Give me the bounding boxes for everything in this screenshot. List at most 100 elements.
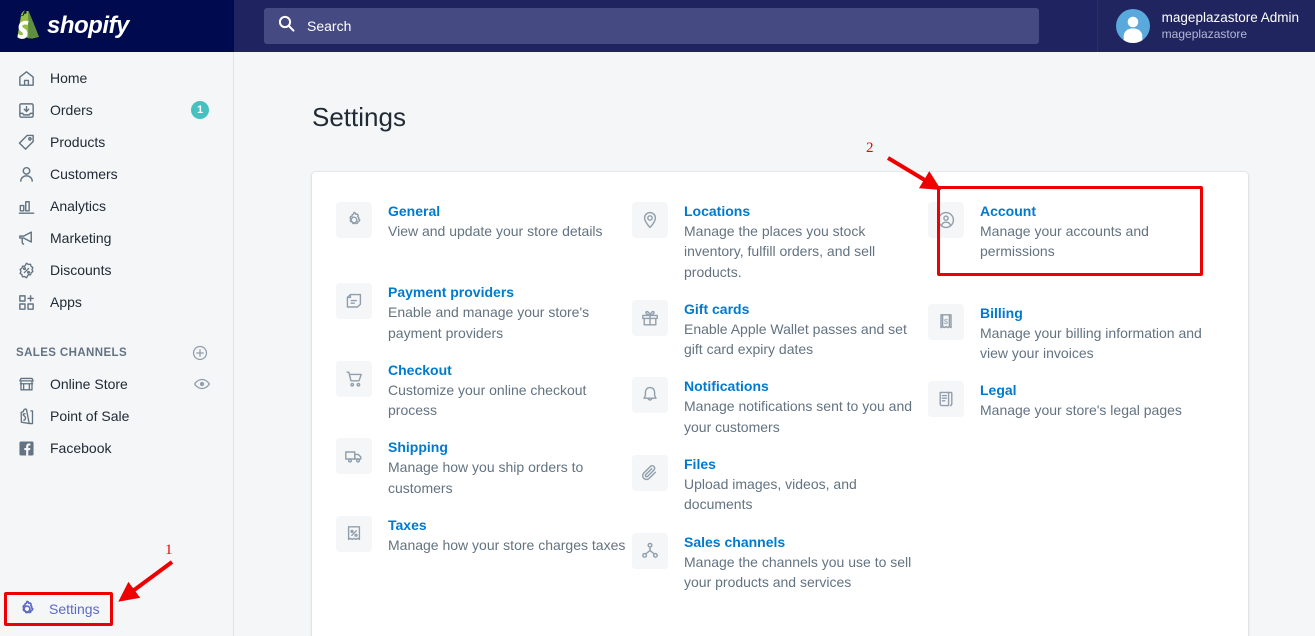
settings-entry-desc: Manage notifications sent to you and you… <box>684 398 913 435</box>
settings-entry-notifications[interactable]: Notifications Manage notifications sent … <box>632 377 928 437</box>
sidebar-item-label: Apps <box>50 294 82 310</box>
sales-channels-header: SALES CHANNELS <box>0 338 233 368</box>
settings-entry-desc: View and update your store details <box>388 223 603 239</box>
paperclip-icon <box>632 455 668 492</box>
search-input[interactable]: Search <box>264 8 1039 44</box>
sidebar-item-label: Online Store <box>50 376 128 392</box>
eye-icon[interactable] <box>193 375 211 393</box>
storefront-icon <box>16 374 36 394</box>
plus-circle-icon[interactable] <box>191 344 209 362</box>
settings-entry-text: Locations Manage the places you stock in… <box>684 202 928 282</box>
sidebar-item-online-store[interactable]: Online Store <box>0 368 233 400</box>
settings-entry-title[interactable]: Shipping <box>388 439 632 455</box>
sidebar-item-orders[interactable]: Orders 1 <box>0 94 233 126</box>
settings-entry-taxes[interactable]: Taxes Manage how your store charges taxe… <box>336 516 632 555</box>
account-circle-icon <box>928 202 964 238</box>
orders-inbox-icon <box>16 100 36 120</box>
settings-entry-legal[interactable]: Legal Manage your store's legal pages <box>928 381 1224 420</box>
billing-receipt-icon: $ <box>928 303 964 340</box>
settings-entry-title[interactable]: Payment providers <box>388 284 632 300</box>
page-title: Settings <box>312 102 406 132</box>
sidebar-item-label: Discounts <box>50 262 112 278</box>
settings-entry-title[interactable]: Legal <box>980 382 1182 398</box>
settings-entry-files[interactable]: Files Upload images, videos, and documen… <box>632 455 928 515</box>
percent-badge-icon <box>16 260 36 280</box>
settings-entry-title[interactable]: Sales channels <box>684 534 928 550</box>
sidebar-item-marketing[interactable]: Marketing <box>0 222 233 254</box>
shopify-admin-screen: shopify Search mageplazastore Admin mage… <box>0 0 1315 636</box>
sidebar-item-label: Marketing <box>50 230 112 246</box>
settings-entry-title[interactable]: Notifications <box>684 378 928 394</box>
shopify-bag-icon <box>14 9 40 44</box>
sidebar-item-home[interactable]: Home <box>0 62 233 94</box>
settings-entry-title[interactable]: Files <box>684 456 928 472</box>
settings-grid: General View and update your store detai… <box>336 202 1224 610</box>
settings-entry-gift-cards[interactable]: Gift cards Enable Apple Wallet passes an… <box>632 299 928 360</box>
settings-entry-desc: Manage your accounts and permissions <box>980 223 1149 260</box>
settings-card: General View and update your store detai… <box>312 172 1248 636</box>
sidebar-item-apps[interactable]: Apps <box>0 286 233 318</box>
main-content: Settings General View and update your st… <box>234 52 1315 636</box>
user-menu[interactable]: mageplazastore Admin mageplazastore <box>1096 0 1315 52</box>
settings-entry-text: General View and update your store detai… <box>388 202 603 241</box>
sidebar-item-facebook[interactable]: Facebook <box>0 432 233 464</box>
user-name: mageplazastore Admin <box>1161 10 1299 26</box>
settings-entry-title[interactable]: Taxes <box>388 517 625 533</box>
sidebar-item-label: Analytics <box>50 198 107 214</box>
svg-text:$: $ <box>944 317 949 326</box>
orders-count-badge: 1 <box>191 101 209 119</box>
avatar <box>1115 9 1150 43</box>
shopping-cart-icon <box>336 360 372 397</box>
sidebar-item-point-of-sale[interactable]: Point of Sale <box>0 400 233 432</box>
settings-entry-checkout[interactable]: Checkout Customize your online checkout … <box>336 360 632 421</box>
settings-entry-account[interactable]: Account Manage your accounts and permiss… <box>928 202 1224 262</box>
facebook-icon <box>16 438 36 458</box>
settings-entry-text: Files Upload images, videos, and documen… <box>684 455 928 515</box>
bell-icon <box>632 377 668 414</box>
settings-entry-title[interactable]: General <box>388 203 603 219</box>
sidebar-item-analytics[interactable]: Analytics <box>0 190 233 222</box>
settings-entry-title[interactable]: Checkout <box>388 362 632 378</box>
sidebar-item-customers[interactable]: Customers <box>0 158 233 190</box>
settings-entry-text: Gift cards Enable Apple Wallet passes an… <box>684 300 928 360</box>
settings-entry-sales-channels[interactable]: Sales channels Manage the channels you u… <box>632 532 928 593</box>
settings-entry-desc: Manage the places you stock inventory, f… <box>684 223 876 280</box>
settings-entry-shipping[interactable]: Shipping Manage how you ship orders to c… <box>336 438 632 498</box>
megaphone-icon <box>16 228 36 248</box>
legal-document-icon <box>928 381 964 418</box>
column-spacer <box>928 280 1224 304</box>
sidebar-sales-channels-nav: Online Store Point of Sale Facebook <box>0 368 233 464</box>
settings-entry-text: Billing Manage your billing information … <box>980 304 1224 364</box>
settings-entry-payment-providers[interactable]: Payment providers Enable and manage your… <box>336 283 632 343</box>
search-icon <box>278 15 295 37</box>
payment-card-icon <box>336 283 372 320</box>
settings-entry-title[interactable]: Locations <box>684 203 928 219</box>
settings-entry-desc: Manage your store's legal pages <box>980 402 1182 419</box>
settings-entry-locations[interactable]: Locations Manage the places you stock in… <box>632 202 928 282</box>
settings-entry-text: Shipping Manage how you ship orders to c… <box>388 438 632 498</box>
top-bar: shopify Search mageplazastore Admin mage… <box>0 0 1315 52</box>
settings-entry-billing[interactable]: $ Billing Manage your billing informatio… <box>928 303 1224 364</box>
settings-entry-desc: Manage how you ship orders to customers <box>388 459 584 496</box>
settings-entry-general[interactable]: General View and update your store detai… <box>336 202 632 241</box>
user-identity: mageplazastore Admin mageplazastore <box>1162 10 1299 42</box>
settings-entry-title[interactable]: Gift cards <box>684 301 928 317</box>
sidebar-item-settings[interactable]: Settings <box>4 592 113 626</box>
logo-wordmark: shopify <box>47 12 129 39</box>
settings-entry-text: Taxes Manage how your store charges taxe… <box>388 516 625 555</box>
settings-column-1: General View and update your store detai… <box>336 202 632 610</box>
apps-grid-plus-icon <box>16 292 36 312</box>
pos-bag-icon <box>16 406 36 426</box>
channels-node-icon <box>632 532 668 569</box>
annotation-step-2: 2 <box>866 140 874 156</box>
sidebar: Home Orders 1 Products Customers Analyti… <box>0 52 234 636</box>
settings-entry-title[interactable]: Account <box>980 203 1224 219</box>
gear-icon <box>17 599 37 619</box>
sidebar-main-nav: Home Orders 1 Products Customers Analyti… <box>0 52 233 318</box>
gear-icon <box>336 202 372 238</box>
sidebar-item-discounts[interactable]: Discounts <box>0 254 233 286</box>
sidebar-item-products[interactable]: Products <box>0 126 233 158</box>
shopify-logo[interactable]: shopify <box>0 0 234 52</box>
settings-entry-title[interactable]: Billing <box>980 305 1224 321</box>
settings-column-2: Locations Manage the places you stock in… <box>632 202 928 610</box>
